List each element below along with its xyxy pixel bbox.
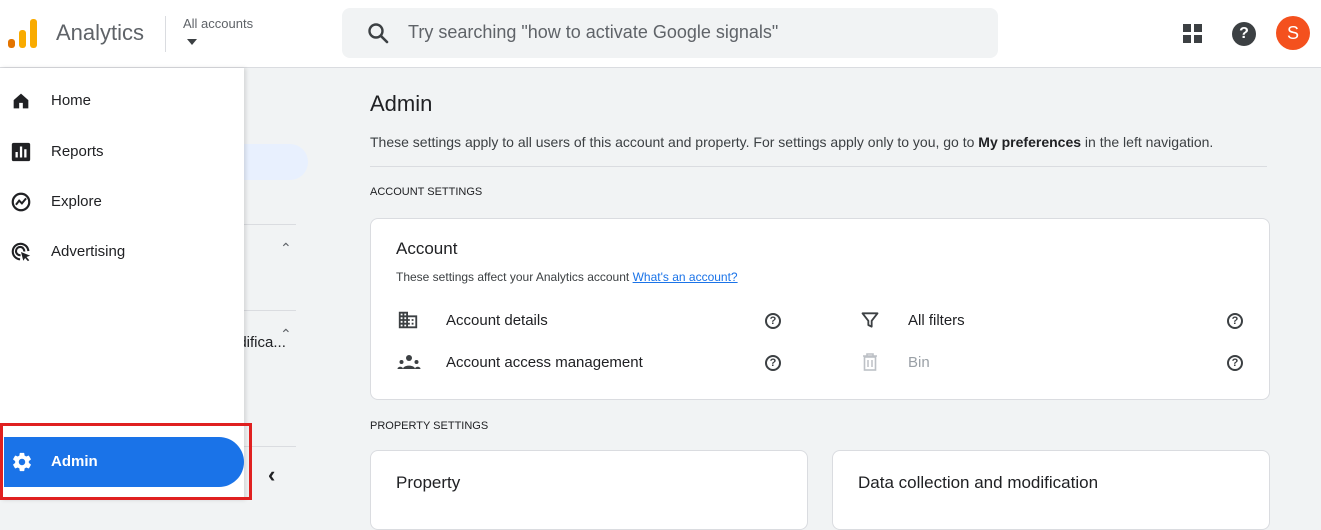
collapse-chevron-left-icon[interactable]: ‹ bbox=[268, 462, 275, 488]
bin-label: Bin bbox=[908, 354, 930, 371]
account-card-desc: These settings affect your Analytics acc… bbox=[396, 270, 738, 284]
bar-chart-icon bbox=[11, 142, 31, 162]
search-placeholder: Try searching "how to activate Google si… bbox=[408, 22, 779, 42]
data-collection-card-title: Data collection and modification bbox=[858, 473, 1099, 492]
chevron-up-icon[interactable]: ⌃ bbox=[280, 240, 292, 257]
avatar[interactable]: S bbox=[1276, 16, 1310, 50]
search-box[interactable]: Try searching "how to activate Google si… bbox=[342, 8, 998, 58]
nav-item-home[interactable]: Home bbox=[0, 80, 244, 122]
property-card: Property bbox=[370, 450, 808, 530]
help-circle-icon[interactable]: ? bbox=[765, 355, 781, 371]
all-filters-label: All filters bbox=[908, 312, 965, 329]
nav-item-label: Reports bbox=[51, 143, 104, 160]
help-circle-icon[interactable]: ? bbox=[1227, 313, 1243, 329]
building-icon bbox=[398, 311, 418, 329]
nav-item-explore[interactable]: Explore bbox=[0, 181, 244, 223]
nav-item-label: Admin bbox=[51, 453, 98, 470]
main-content: Admin These settings apply to all users … bbox=[325, 68, 1321, 530]
nav-item-label: Home bbox=[51, 92, 92, 109]
help-icon[interactable]: ? bbox=[1232, 22, 1256, 46]
property-card-title: Property bbox=[396, 473, 461, 492]
nav-item-reports[interactable]: Reports bbox=[0, 131, 244, 173]
page-subtitle: These settings apply to all users of thi… bbox=[370, 134, 1214, 150]
home-icon bbox=[13, 93, 29, 109]
account-selector-label: All accounts bbox=[183, 16, 254, 31]
divider bbox=[370, 166, 1267, 167]
filter-icon bbox=[861, 312, 879, 328]
gear-icon bbox=[13, 452, 31, 472]
subnav-divider bbox=[244, 310, 296, 311]
account-details-label: Account details bbox=[446, 312, 548, 329]
my-preferences-text: My preferences bbox=[978, 134, 1082, 150]
people-icon bbox=[397, 355, 421, 369]
header-divider bbox=[165, 16, 166, 52]
nav-item-label: Advertising bbox=[51, 243, 126, 260]
account-access-label: Account access management bbox=[446, 354, 643, 371]
brand-name: Analytics bbox=[56, 20, 145, 45]
page-title: Admin bbox=[370, 91, 433, 116]
help-circle-icon[interactable]: ? bbox=[1227, 355, 1243, 371]
nav-item-admin[interactable]: Admin bbox=[4, 437, 244, 487]
search-icon bbox=[368, 23, 389, 44]
subnav-divider bbox=[244, 224, 296, 225]
advertising-icon bbox=[11, 242, 31, 262]
property-settings-heading: PROPERTY SETTINGS bbox=[370, 420, 489, 432]
help-circle-icon[interactable]: ? bbox=[765, 313, 781, 329]
data-collection-card: Data collection and modification bbox=[832, 450, 1270, 530]
explore-icon bbox=[11, 192, 31, 212]
whats-an-account-link[interactable]: What's an account? bbox=[633, 270, 738, 284]
trash-icon bbox=[863, 353, 877, 371]
account-card-title: Account bbox=[396, 239, 458, 258]
account-settings-heading: ACCOUNT SETTINGS bbox=[370, 186, 483, 198]
caret-down-icon bbox=[187, 39, 197, 45]
nav-item-advertising[interactable]: Advertising bbox=[0, 231, 244, 273]
apps-grid-icon[interactable] bbox=[1181, 22, 1205, 46]
analytics-logo-icon[interactable] bbox=[8, 16, 38, 48]
account-card: Account These settings affect your Analy… bbox=[370, 218, 1270, 400]
top-header: Analytics All accounts Try searching "ho… bbox=[0, 0, 1321, 68]
nav-item-label: Explore bbox=[51, 193, 102, 210]
